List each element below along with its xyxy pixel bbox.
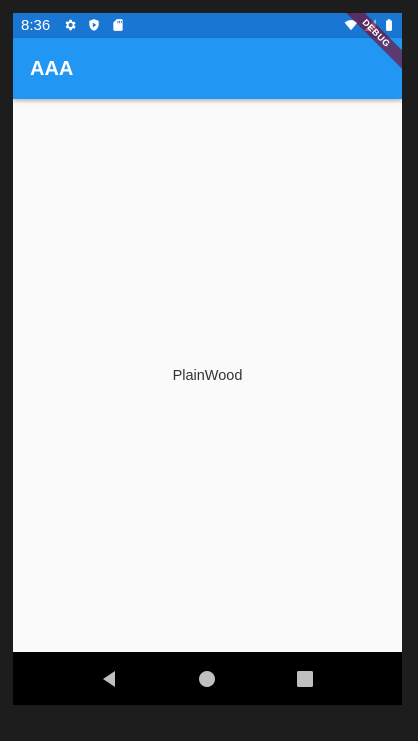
home-icon[interactable]	[197, 669, 217, 689]
gear-icon	[63, 18, 77, 32]
main-content: PlainWood	[13, 99, 402, 652]
app-title: AAA	[30, 58, 74, 80]
device-screen: 8:36 DEBUG AAA PlainWood	[13, 13, 402, 705]
recents-icon[interactable]	[295, 669, 315, 689]
back-icon[interactable]	[99, 669, 119, 689]
app-bar: AAA	[13, 38, 402, 99]
center-text: PlainWood	[172, 368, 243, 384]
status-bar: 8:36	[13, 13, 402, 38]
signal-icon	[363, 18, 377, 32]
navigation-bar	[13, 652, 402, 705]
sd-card-icon	[111, 18, 125, 32]
play-protect-icon	[87, 18, 101, 32]
battery-icon	[382, 18, 396, 32]
status-time: 8:36	[21, 17, 51, 34]
wifi-icon	[344, 18, 358, 32]
